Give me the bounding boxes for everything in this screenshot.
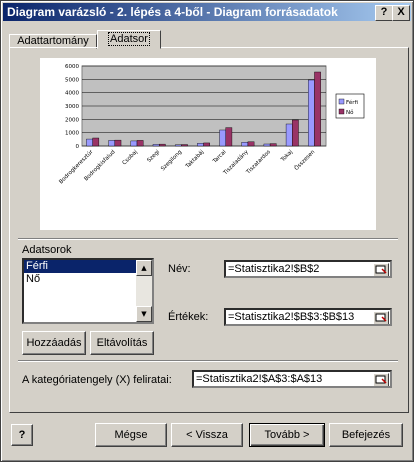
listbox-scrollbar[interactable]: ▲ ▼ (136, 260, 152, 322)
help-icon-glyph: ? (18, 429, 26, 441)
help-icon[interactable]: ? (11, 424, 33, 446)
y-tick-label: 1000 (65, 131, 79, 137)
help-title-button[interactable]: ? (375, 5, 393, 21)
category-axis-field[interactable]: =Statisztika2!$A$3:$A$13 (192, 370, 392, 388)
finish-button[interactable]: Befejezés (329, 423, 403, 447)
name-field-value: =Statisztika2!$B$2 (228, 263, 320, 275)
tab-label: Adatsor (108, 32, 150, 46)
series-list-item[interactable]: Nő (24, 273, 152, 286)
add-series-button[interactable]: Hozzáadás (22, 331, 86, 355)
bar (203, 142, 210, 147)
x-tick-label: Csobaj (122, 149, 140, 167)
tab-label: Adattartomány (17, 35, 89, 47)
bar (314, 71, 321, 147)
legend-label: Férfi (346, 99, 358, 106)
legend-swatch (338, 108, 345, 115)
bar (219, 129, 226, 147)
y-tick-label: 2000 (65, 117, 79, 123)
separator (18, 238, 398, 240)
y-tick-label: 5000 (65, 77, 79, 83)
bar (108, 140, 116, 147)
values-label: Értékek: (168, 311, 209, 323)
bar (308, 79, 315, 147)
series-listbox[interactable]: Férfi Nő ▲ ▼ (22, 258, 154, 324)
bar (158, 143, 166, 147)
bar (292, 119, 299, 147)
close-button[interactable]: X (392, 5, 410, 21)
separator (18, 360, 398, 362)
bar (225, 127, 233, 147)
values-field[interactable]: =Statisztika2!$B$3:$B$13 (224, 308, 392, 326)
x-tick-label: Szegilong (160, 149, 183, 172)
bar (285, 123, 293, 147)
category-axis-label: A kategóriatengely (X) feliratai: (22, 374, 172, 386)
title-bar[interactable]: Diagram varázsló - 2. lépés a 4-ből - Di… (3, 3, 411, 21)
bar (152, 144, 160, 147)
name-field[interactable]: =Statisztika2!$B$2 (224, 260, 392, 278)
chart-preview: 0 1000 2000 3000 4000 5000 6000 Bodrogkeresztúr… (40, 58, 376, 230)
back-button[interactable]: < Vissza (171, 423, 243, 447)
x-tick-label: Szegi (146, 149, 161, 164)
bar (130, 140, 138, 147)
next-button[interactable]: Tovább > (249, 423, 325, 447)
range-select-icon[interactable] (373, 311, 389, 324)
tab-panel: 0 1000 2000 3000 4000 5000 6000 Bodrogkeresztúr… (9, 47, 409, 413)
remove-series-button[interactable]: Eltávolítás (90, 331, 154, 355)
x-tick-label: Összesen (293, 148, 317, 172)
scroll-down-icon[interactable]: ▼ (136, 306, 152, 322)
range-select-icon[interactable] (373, 263, 389, 276)
window-title: Diagram varázsló - 2. lépés a 4-ből - Di… (7, 5, 338, 19)
legend-label: Nő (346, 110, 354, 116)
series-list-item[interactable]: Férfi (24, 260, 139, 273)
bar (92, 137, 100, 147)
name-label: Név: (168, 263, 191, 275)
bar (174, 144, 182, 147)
bar (136, 140, 144, 147)
x-tick-label: Taktabáj (184, 148, 206, 170)
bar (263, 143, 271, 147)
tab-adatsor[interactable]: Adatsor (97, 30, 161, 49)
bar (181, 144, 188, 147)
bar (241, 142, 249, 147)
chart-svg: 0100020003000400050006000Bodrogkeresztúr… (58, 64, 365, 185)
legend-swatch (338, 98, 345, 105)
bar (114, 139, 122, 147)
category-axis-value: =Statisztika2!$A$3:$A$13 (196, 373, 323, 385)
values-field-value: =Statisztika2!$B$3:$B$13 (228, 311, 355, 323)
y-tick-label: 0 (76, 144, 80, 150)
bar (197, 143, 204, 147)
bar (86, 138, 93, 147)
cancel-button[interactable]: Mégse (95, 423, 167, 447)
series-section-title: Adatsorok (22, 244, 72, 256)
x-tick-label: Tarcal (211, 149, 228, 166)
bar (247, 141, 255, 147)
y-tick-label: 3000 (65, 104, 79, 110)
scroll-up-icon[interactable]: ▲ (136, 260, 152, 276)
y-tick-label: 6000 (65, 64, 79, 70)
range-select-icon[interactable] (373, 373, 389, 386)
y-tick-label: 4000 (65, 91, 79, 97)
bar (269, 143, 277, 147)
dialog-window: Diagram varázsló - 2. lépés a 4-ből - Di… (0, 0, 414, 462)
x-tick-label: Tokaj (279, 149, 294, 164)
